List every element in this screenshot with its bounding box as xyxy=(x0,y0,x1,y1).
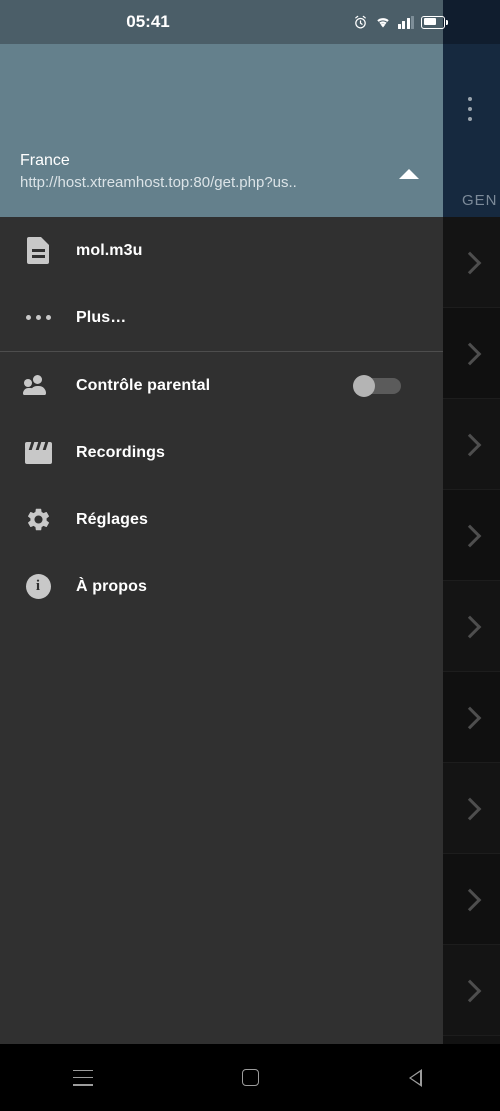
status-bar: 05:41 xyxy=(0,0,500,44)
menu-item-label: Recordings xyxy=(76,443,166,461)
menu-item-settings[interactable]: Réglages xyxy=(0,486,443,553)
status-bar-right-bg xyxy=(443,0,500,44)
account-url: http://host.xtreamhost.top:80/get.php?us… xyxy=(20,174,297,191)
wifi-icon xyxy=(376,17,389,27)
recents-button[interactable] xyxy=(0,1044,167,1111)
tab-general[interactable]: GEN xyxy=(462,192,498,209)
back-button[interactable] xyxy=(333,1044,500,1111)
menu-item-recordings[interactable]: Recordings xyxy=(0,419,443,486)
menu-item-label: Contrôle parental xyxy=(76,376,211,394)
parental-control-toggle[interactable] xyxy=(353,374,403,397)
battery-icon xyxy=(421,15,448,29)
menu-item-label: À propos xyxy=(76,577,148,595)
chevron-right-icon xyxy=(458,524,482,548)
info-icon xyxy=(0,574,76,599)
chevron-right-icon xyxy=(458,979,482,1003)
menu-item-label: mol.m3u xyxy=(76,241,143,259)
chevron-right-icon xyxy=(458,342,482,366)
triangle-left-icon xyxy=(409,1068,424,1087)
chevron-right-icon xyxy=(458,706,482,730)
triangle-up-icon[interactable] xyxy=(399,169,419,179)
status-bar-icons xyxy=(353,0,448,44)
square-icon xyxy=(241,1069,259,1086)
account-block: France http://host.xtreamhost.top:80/get… xyxy=(20,150,393,194)
menu-item-playlist[interactable]: mol.m3u xyxy=(0,217,443,284)
kebab-menu-icon[interactable] xyxy=(463,97,477,121)
chevron-right-icon xyxy=(458,888,482,912)
gear-icon xyxy=(0,506,76,533)
menu-item-about[interactable]: À propos xyxy=(0,553,443,620)
chevron-right-icon xyxy=(458,615,482,639)
drawer-menu: mol.m3u Plus… Contrôle parental Recordin… xyxy=(0,217,443,1044)
alarm-icon xyxy=(354,15,366,28)
menu-item-parental-control[interactable]: Contrôle parental xyxy=(0,352,443,419)
clapperboard-icon xyxy=(0,441,76,464)
navigation-drawer: France http://host.xtreamhost.top:80/get… xyxy=(0,0,443,1044)
more-horizontal-icon xyxy=(0,315,76,320)
home-button[interactable] xyxy=(167,1044,334,1111)
menu-item-more[interactable]: Plus… xyxy=(0,284,443,351)
chevron-right-icon xyxy=(458,797,482,821)
status-bar-clock: 05:41 xyxy=(126,12,170,31)
menu-item-label: Réglages xyxy=(76,510,148,528)
phone-screen: GEN France http://host.xtreamhost.top:80… xyxy=(0,0,500,1111)
chevron-right-icon xyxy=(458,251,482,275)
chevron-right-icon xyxy=(458,433,482,457)
hamburger-icon xyxy=(73,1069,94,1086)
account-name: France xyxy=(20,152,70,169)
signal-bars-icon xyxy=(397,15,414,29)
menu-item-label: Plus… xyxy=(76,308,127,326)
android-nav-bar xyxy=(0,1044,500,1111)
people-icon xyxy=(0,374,76,397)
document-icon xyxy=(0,237,76,264)
